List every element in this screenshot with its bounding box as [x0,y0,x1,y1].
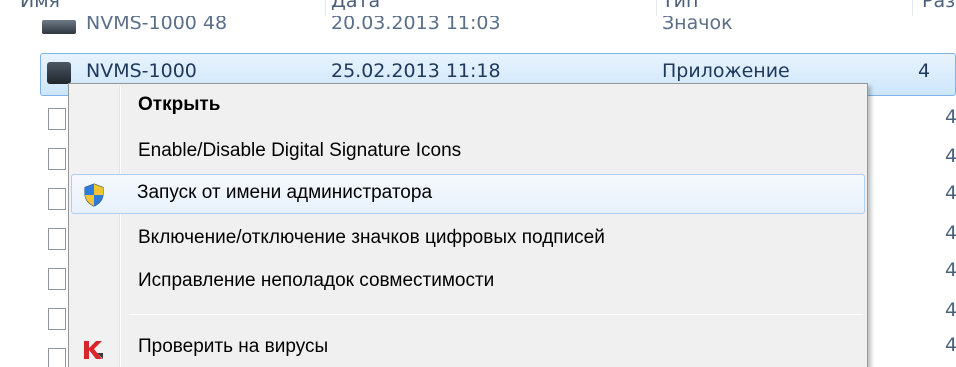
column-divider[interactable] [912,0,913,16]
menu-item-toggle-signature-icons[interactable]: Включение/отключение значков цифровых по… [71,219,865,259]
menu-item-run-as-admin[interactable]: Запуск от имени администратора [71,174,865,214]
column-header-date[interactable]: Дата [331,0,380,12]
kaspersky-icon [84,341,103,359]
application-icon [47,62,71,84]
file-type: Приложение [662,60,790,82]
menu-item-open[interactable]: Открыть [71,86,865,126]
file-size: 4 [945,182,956,204]
menu-item-label: Проверить на вирусы [138,336,329,357]
file-date: 20.03.2013 11:03 [331,16,501,34]
file-icon[interactable] [48,308,66,330]
file-size: 4 [918,60,931,82]
uac-shield-icon [84,183,104,207]
menu-item-label: Включение/отключение значков цифровых по… [138,227,605,248]
file-icon[interactable] [48,188,66,210]
menu-item-label: Исправление неполадок совместимости [138,270,495,291]
context-menu: Открыть Enable/Disable Digital Signature… [68,83,868,367]
menu-separator [129,314,863,315]
file-type: Значок [662,16,733,34]
file-size: 4 [945,334,956,356]
file-icon[interactable] [48,348,66,367]
menu-item-label: Запуск от имени администратора [137,182,433,203]
file-icon[interactable] [48,108,66,130]
menu-item-label: Открыть [138,94,221,115]
menu-item-label: Enable/Disable Digital Signature Icons [138,140,462,161]
file-icon[interactable] [48,228,66,250]
file-size: 4 [945,299,956,321]
file-size: 4 [945,222,956,244]
column-header-row: Имя Дата Тип Разм [0,0,956,16]
file-name: NVMS-1000 48 [86,16,228,34]
file-size: 4 [945,259,956,281]
file-size: 4 [945,106,956,128]
menu-item-troubleshoot-compatibility[interactable]: Исправление неполадок совместимости [71,262,865,302]
menu-item-digital-signature-icons[interactable]: Enable/Disable Digital Signature Icons [71,132,865,172]
file-row[interactable]: NVMS-1000 48 20.03.2013 11:03 Значок [0,16,956,40]
column-divider[interactable] [656,0,657,16]
file-size: 4 [945,145,956,167]
column-divider[interactable] [325,0,326,16]
file-icon [42,20,76,34]
file-icon[interactable] [48,268,66,290]
menu-item-scan-viruses[interactable]: Проверить на вирусы [71,328,865,367]
file-name: NVMS-1000 [86,60,197,82]
column-header-size[interactable]: Разм [922,0,956,12]
file-date: 25.02.2013 11:18 [331,60,501,82]
column-header-name[interactable]: Имя [20,0,60,12]
column-header-type[interactable]: Тип [662,0,698,12]
file-icon[interactable] [48,148,66,170]
